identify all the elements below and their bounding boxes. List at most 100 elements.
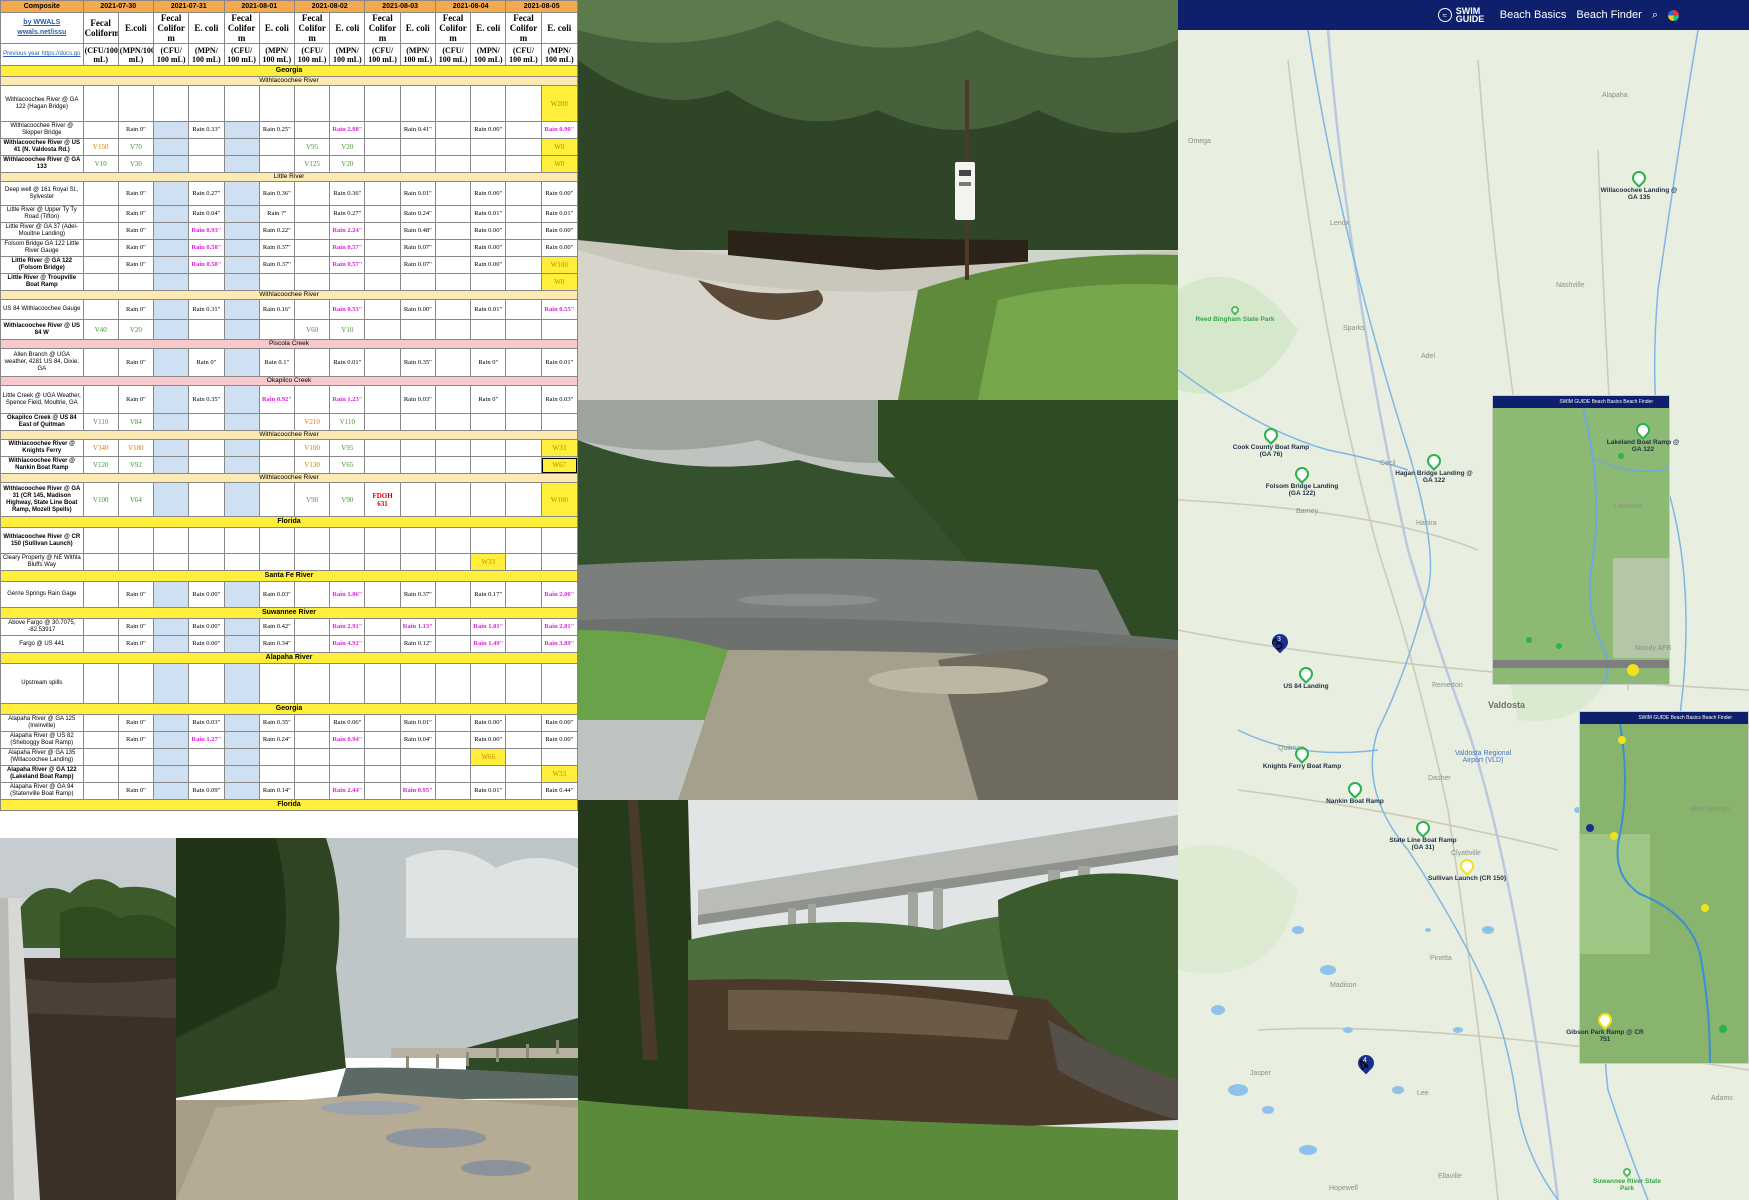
measurement-cell	[153, 635, 190, 653]
measurement-cell	[153, 413, 190, 431]
photo-boat-ramp-bridge	[176, 838, 578, 1200]
measurement-cell	[399, 319, 436, 340]
measurement-cell: V60	[293, 319, 331, 340]
map-pin-label: US 84 Landing	[1283, 683, 1329, 690]
cluster-count: 3	[1277, 636, 1281, 643]
date-header: 2021-08-02	[293, 0, 366, 13]
nav-beach-finder[interactable]: Beach Finder	[1576, 9, 1641, 21]
column-header: Fecal Colifor m	[364, 12, 401, 44]
previous-year-link[interactable]: Previous year https://docs.go	[0, 43, 84, 66]
date-header: 2021-08-04	[434, 0, 507, 13]
measurement-cell	[153, 618, 190, 636]
photo-flooded-ramp	[578, 400, 1178, 800]
site-name: Alapaha River @ GA 94 (Statenville Boat …	[0, 782, 84, 800]
measurement-cell	[293, 348, 331, 377]
units-header: (CFU/ 100 mL)	[223, 43, 260, 66]
measurement-cell	[364, 121, 401, 139]
measurement-cell	[82, 348, 119, 377]
units-header-row: Previous year https://docs.go (CFU/100 mL…	[0, 43, 578, 66]
measurement-cell: Rain 0.95"	[399, 782, 436, 800]
site-name: Withlacoochee River @ GA 31 (CR 145, Mad…	[0, 482, 84, 517]
measurement-cell	[223, 348, 260, 377]
measurement-cell: V110	[82, 413, 119, 431]
site-row: Folsom Bridge GA 122 Little River Gauge R…	[0, 239, 578, 257]
date-header: 2021-07-30	[82, 0, 155, 13]
region-label: Florida	[0, 799, 578, 811]
swim-guide-logo[interactable]: ≈ SWIM GUIDE	[1437, 7, 1490, 24]
date-header-row: Composite 2021-07-30 2021-07-31 2021-08-01 2…	[0, 0, 578, 13]
measurement-cell	[505, 765, 542, 783]
measurement-cell	[293, 553, 331, 571]
measurement-cell	[505, 121, 542, 139]
measurement-cell	[364, 222, 401, 240]
measurement-cell: W0	[540, 273, 578, 291]
search-icon[interactable]: ⌕	[1652, 9, 1658, 22]
measurement-cell	[434, 663, 472, 704]
nav-beach-basics[interactable]: Beach Basics	[1500, 9, 1567, 21]
measurement-cell: V92	[117, 456, 155, 474]
measurement-cell: Rain 0.00"	[470, 181, 507, 206]
column-header: E.coli	[117, 12, 155, 44]
measurement-cell: Rain 0.25"	[258, 121, 295, 139]
measurement-cell	[82, 527, 119, 554]
site-name: Fargo @ US 441	[0, 635, 84, 653]
region-row: Santa Fe River	[0, 570, 578, 582]
town-label: Quitman	[1278, 745, 1305, 752]
wwals-link[interactable]: by WWALS wwals.net/issu	[0, 12, 84, 44]
measurement-cell: Rain 0"	[117, 121, 155, 139]
measurement-cell	[117, 527, 155, 554]
measurement-cell	[505, 618, 542, 636]
measurement-cell: Rain 0.03"	[540, 385, 578, 414]
units-header: (MPN/ 100 mL)	[188, 43, 225, 66]
measurement-cell	[153, 482, 190, 517]
measurement-cell: W67	[540, 456, 578, 474]
region-label: Florida	[0, 516, 578, 528]
measurement-cell	[117, 553, 155, 571]
date-header: 2021-08-01	[223, 0, 295, 13]
town-label: Lee	[1417, 1090, 1429, 1097]
measurement-cell	[153, 205, 190, 223]
site-row: Cleary Property @ NE Withla Bluffs Way W3…	[0, 553, 578, 571]
measurement-cell	[258, 85, 295, 122]
measurement-cell: Rain 0.24"	[258, 731, 295, 749]
water-quality-spreadsheet: Composite 2021-07-30 2021-07-31 2021-08-01 2…	[0, 0, 578, 838]
measurement-cell: Rain 0.16"	[258, 299, 295, 320]
measurement-cell: Rain 0"	[470, 348, 507, 377]
measurement-cell	[364, 256, 401, 274]
measurement-cell: Rain 0.09"	[188, 782, 225, 800]
measurement-cell	[153, 527, 190, 554]
measurement-cell	[329, 553, 366, 571]
measurement-cell	[258, 439, 295, 457]
map-pin-label: Hagan Bridge Landing @ GA 122	[1395, 470, 1473, 484]
measurement-cell	[364, 581, 401, 608]
town-label: Adams	[1711, 1095, 1733, 1102]
town-label: Blue Springs	[1690, 806, 1730, 813]
measurement-cell	[293, 663, 331, 704]
map-canvas[interactable]: SWIM GUIDE Beach Basics Beach Finder SWI…	[1178, 29, 1749, 1200]
measurement-cell	[364, 731, 401, 749]
measurement-cell	[505, 239, 542, 257]
measurement-cell	[223, 527, 260, 554]
measurement-cell	[364, 138, 401, 156]
town-label: Adel	[1421, 353, 1436, 360]
measurement-cell: Rain 0.37"	[399, 581, 436, 608]
site-name: Alapaha River @ GA 135 (Willacoochee Lan…	[0, 748, 84, 766]
measurement-cell	[470, 138, 507, 156]
measurement-cell: Rain 0.03"	[399, 385, 436, 414]
site-row: Gerrie Springs Rain Gage Rain 0" Rain 0.00…	[0, 581, 578, 608]
measurement-cell	[82, 581, 119, 608]
measurement-cell	[258, 663, 295, 704]
measurement-cell	[364, 439, 401, 457]
measurement-cell	[505, 256, 542, 274]
subregion-label: Withlacoochee River	[0, 473, 578, 483]
column-header: Fecal Colifor m	[293, 12, 331, 44]
measurement-cell: Rain 0.12"	[399, 635, 436, 653]
measurement-cell	[399, 273, 436, 291]
site-name: Upstream spills	[0, 663, 84, 704]
measurement-cell: Rain 0"	[117, 618, 155, 636]
language-globe-icon[interactable]	[1668, 9, 1679, 21]
measurement-cell: Rain 0.07"	[399, 239, 436, 257]
date-header: 2021-08-05	[505, 0, 578, 13]
site-name: Alapaha River @ GA 125 (Irwinville)	[0, 714, 84, 732]
measurement-cell: Rain 0.27"	[329, 205, 366, 223]
